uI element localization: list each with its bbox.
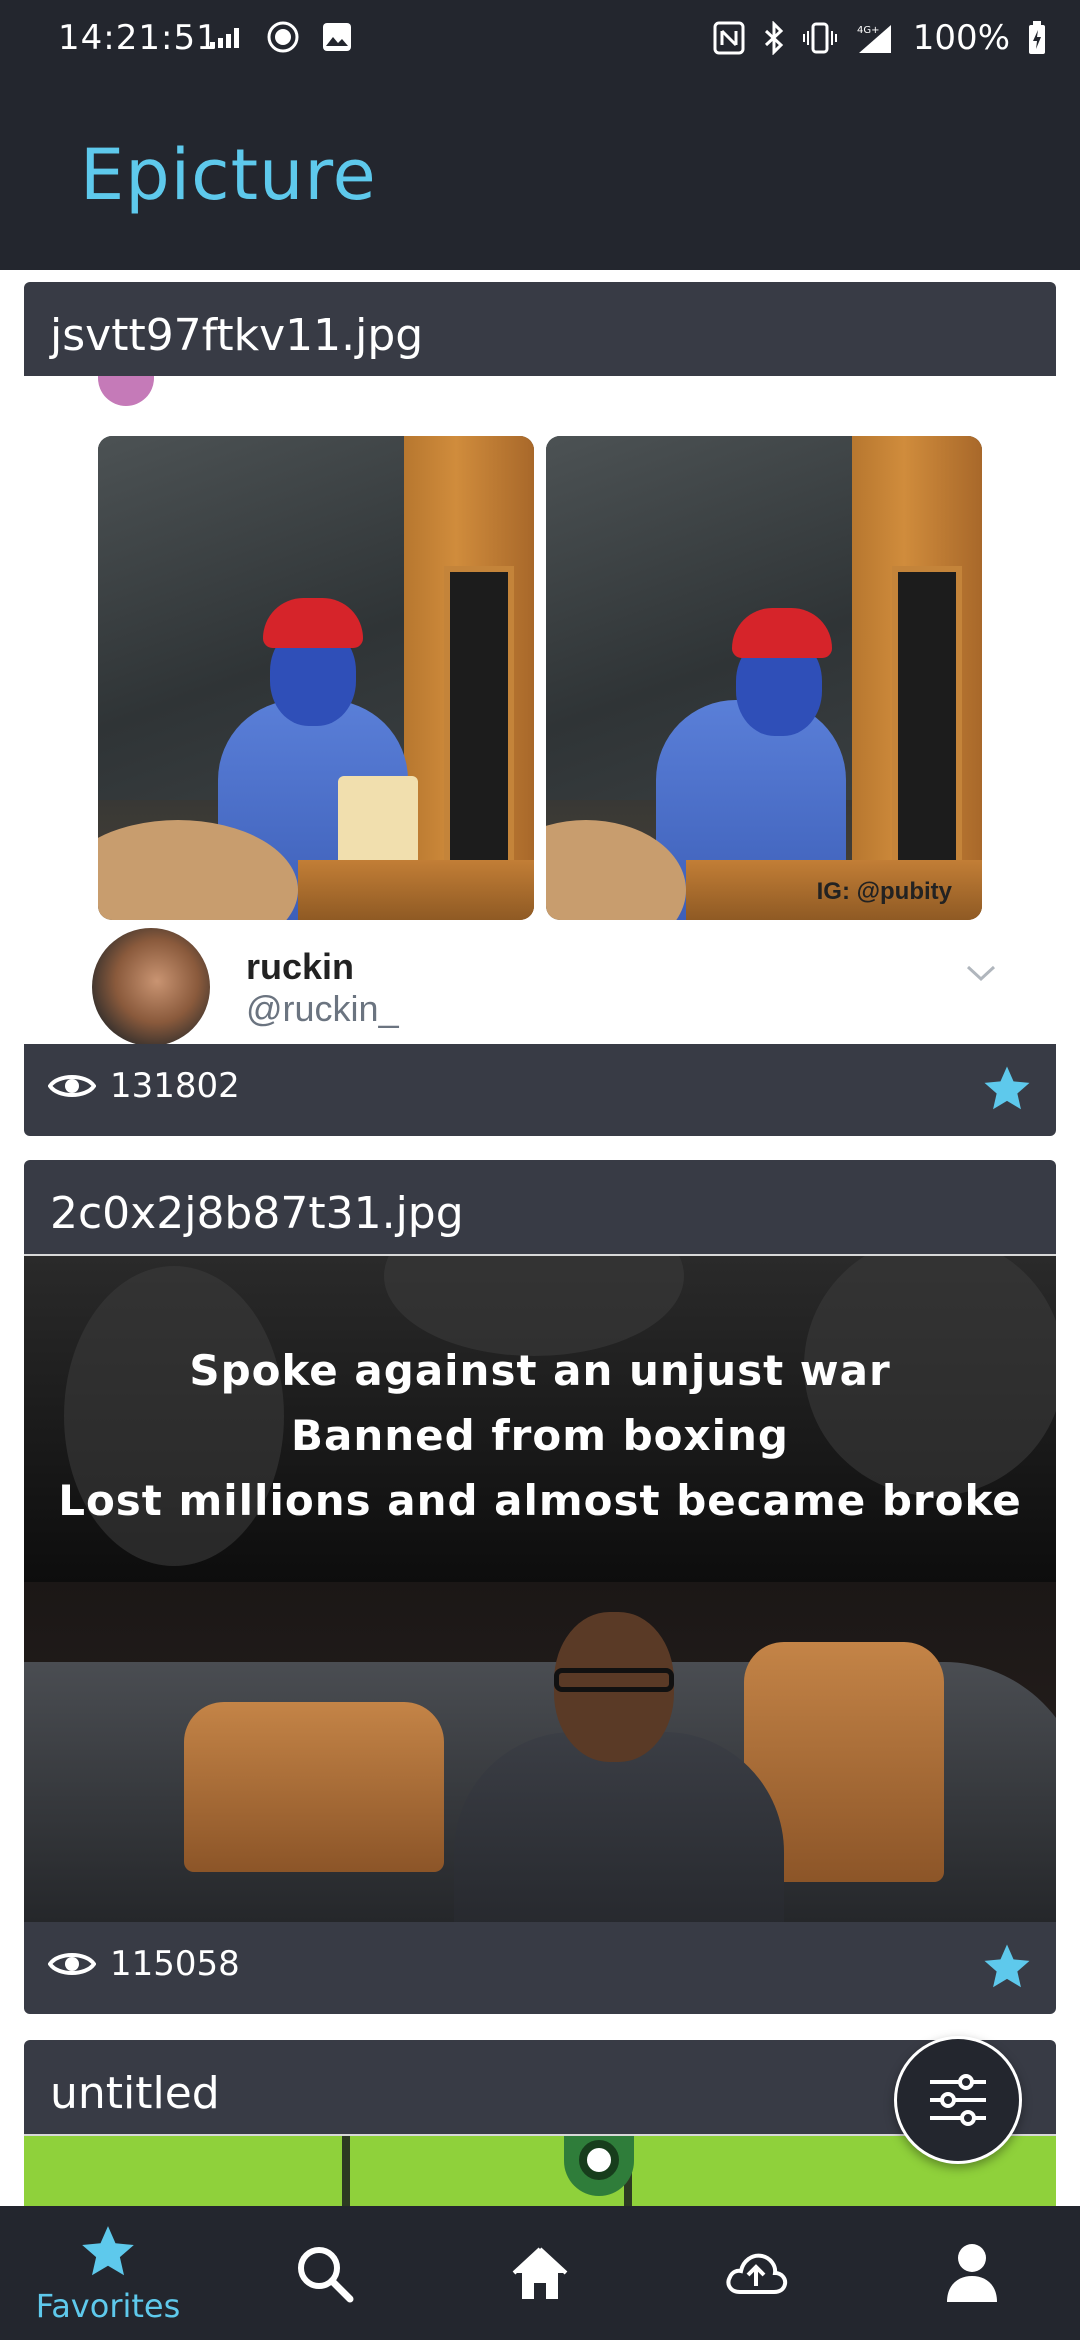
image-icon bbox=[323, 23, 351, 51]
tweet-handle: @ruckin_ bbox=[246, 988, 399, 1029]
watermark-text: IG: @pubity bbox=[816, 878, 952, 905]
app-title: Epicture bbox=[80, 134, 377, 216]
home-icon bbox=[512, 2247, 568, 2299]
post-footer: 115058 bbox=[24, 1922, 1056, 2014]
cloud-upload-icon bbox=[726, 2253, 788, 2294]
nav-home[interactable] bbox=[432, 2206, 648, 2340]
sliders-icon bbox=[930, 2074, 986, 2126]
signal-dots-icon bbox=[210, 28, 239, 48]
emoji-image bbox=[98, 376, 154, 406]
caption-line: Banned from boxing bbox=[291, 1411, 789, 1460]
view-count: 131802 bbox=[48, 1066, 240, 1106]
post-image[interactable]: Spoke against an unjust war Banned from … bbox=[24, 1254, 1056, 1922]
bottom-navigation: Favorites bbox=[0, 2206, 1080, 2340]
view-count-value: 131802 bbox=[110, 1066, 240, 1106]
caption-background: Spoke against an unjust war Banned from … bbox=[24, 1256, 1056, 1582]
meme-panel-left bbox=[98, 436, 534, 920]
post-title: 2c0x2j8b87t31.jpg bbox=[24, 1160, 1056, 1254]
person-icon bbox=[947, 2244, 997, 2302]
view-count-value: 115058 bbox=[110, 1944, 240, 1984]
app-screen: 14:21:51 4G+ 100% Epicture jsvtt97ftkv11… bbox=[0, 0, 1080, 2340]
car-photo bbox=[24, 1582, 1056, 1922]
caption-line: Spoke against an unjust war bbox=[189, 1346, 891, 1395]
star-icon bbox=[82, 2226, 134, 2276]
vibrate-icon bbox=[802, 22, 837, 54]
battery-percent: 100% bbox=[912, 18, 1010, 58]
post-image[interactable]: IG: @pubity ruckin @ruckin_ bbox=[24, 376, 1056, 1044]
tweet-name: ruckin bbox=[246, 946, 355, 987]
cell-signal-icon: 4G+ bbox=[857, 25, 891, 53]
status-bar: 14:21:51 4G+ 100% bbox=[0, 0, 1080, 82]
filter-button[interactable] bbox=[894, 2036, 1022, 2164]
search-icon bbox=[298, 2247, 354, 2303]
caption-line: Lost millions and almost became broke bbox=[58, 1476, 1022, 1525]
post-card[interactable]: jsvtt97ftkv11.jpg IG: @pubity ruckin @ru… bbox=[24, 282, 1056, 1136]
post-card[interactable]: 2c0x2j8b87t31.jpg Spoke against an unjus… bbox=[24, 1160, 1056, 2014]
favorite-star-icon[interactable] bbox=[980, 1940, 1034, 1994]
post-footer: 131802 bbox=[24, 1044, 1056, 1136]
status-left-icons bbox=[210, 20, 352, 54]
status-time: 14:21:51 bbox=[58, 18, 219, 58]
nav-label: Favorites bbox=[35, 2287, 181, 2325]
app-bar: Epicture bbox=[0, 82, 1080, 270]
chevron-down-icon bbox=[966, 965, 996, 982]
battery-icon bbox=[1029, 21, 1045, 54]
bluetooth-icon bbox=[764, 21, 783, 55]
favorite-star-icon[interactable] bbox=[980, 1062, 1034, 1116]
nav-search[interactable] bbox=[216, 2206, 432, 2340]
image-feed[interactable]: jsvtt97ftkv11.jpg IG: @pubity ruckin @ru… bbox=[0, 270, 1080, 2206]
post-title: jsvtt97ftkv11.jpg bbox=[24, 282, 1056, 376]
tweet-avatar bbox=[92, 928, 210, 1044]
record-icon bbox=[267, 21, 299, 53]
svg-text:4G+: 4G+ bbox=[857, 25, 880, 36]
nfc-icon bbox=[713, 21, 745, 55]
meme-panel-right: IG: @pubity bbox=[546, 436, 982, 920]
eye-icon bbox=[48, 1075, 96, 1097]
status-right: 4G+ 100% bbox=[713, 18, 1046, 58]
post-image[interactable] bbox=[24, 2134, 1056, 2206]
nav-profile[interactable] bbox=[864, 2206, 1080, 2340]
eye-icon bbox=[48, 1953, 96, 1975]
nav-favorites[interactable]: Favorites bbox=[0, 2206, 216, 2340]
view-count: 115058 bbox=[48, 1944, 240, 1984]
nav-upload[interactable] bbox=[648, 2206, 864, 2340]
